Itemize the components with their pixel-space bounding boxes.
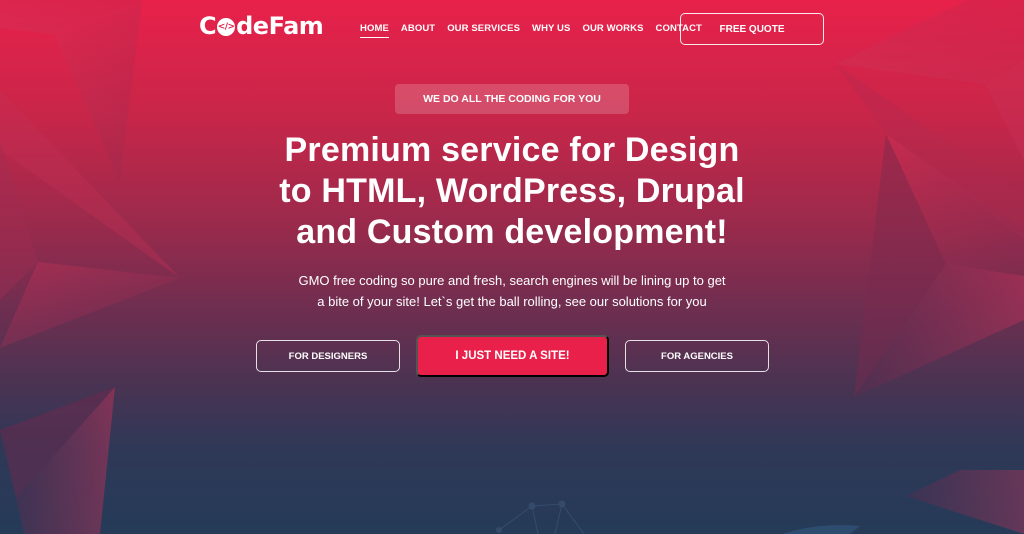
for-agencies-button[interactable]: FOR AGENCIES	[625, 340, 769, 372]
code-brackets-icon: </>	[217, 18, 236, 36]
nav-link-why-us[interactable]: WHY US	[532, 23, 570, 38]
bg-shape	[0, 262, 180, 348]
network-decoration	[496, 500, 585, 534]
i-just-need-a-site-button[interactable]: I JUST NEED A SITE!	[416, 335, 609, 377]
headline-line: to HTML, WordPress, Drupal	[279, 172, 745, 210]
for-designers-button[interactable]: FOR DESIGNERS	[256, 340, 400, 372]
hero-headline: Premium service for Design to HTML, Word…	[212, 130, 812, 253]
bg-shape	[906, 470, 1024, 534]
subtext-line: GMO free coding so pure and fresh, searc…	[298, 273, 726, 288]
free-quote-button[interactable]: FREE QUOTE	[680, 13, 824, 45]
logo-text-prefix: C	[199, 12, 217, 40]
headline-line: and Custom development!	[296, 213, 728, 251]
codefam-logo[interactable]: C </> deFam	[199, 12, 324, 40]
headline-line: Premium service for Design	[284, 131, 740, 169]
hero-subtext: GMO free coding so pure and fresh, searc…	[262, 270, 762, 312]
blob-decoration	[782, 525, 860, 534]
nav-link-about[interactable]: ABOUT	[401, 23, 435, 38]
nav-link-home[interactable]: HOME	[360, 23, 389, 38]
background-polygons	[0, 0, 1024, 534]
top-navigation: C </> deFam HOME ABOUT OUR SERVICES WHY …	[0, 0, 1024, 58]
nav-link-our-services[interactable]: OUR SERVICES	[447, 23, 520, 38]
logo-text-suffix: deFam	[236, 12, 324, 40]
hero-badge: WE DO ALL THE CODING FOR YOU	[395, 84, 629, 114]
main-menu: HOME ABOUT OUR SERVICES WHY US OUR WORKS…	[360, 23, 702, 38]
nav-link-our-works[interactable]: OUR WORKS	[582, 23, 643, 38]
subtext-line: a bite of your site! Let`s get the ball …	[317, 294, 707, 309]
